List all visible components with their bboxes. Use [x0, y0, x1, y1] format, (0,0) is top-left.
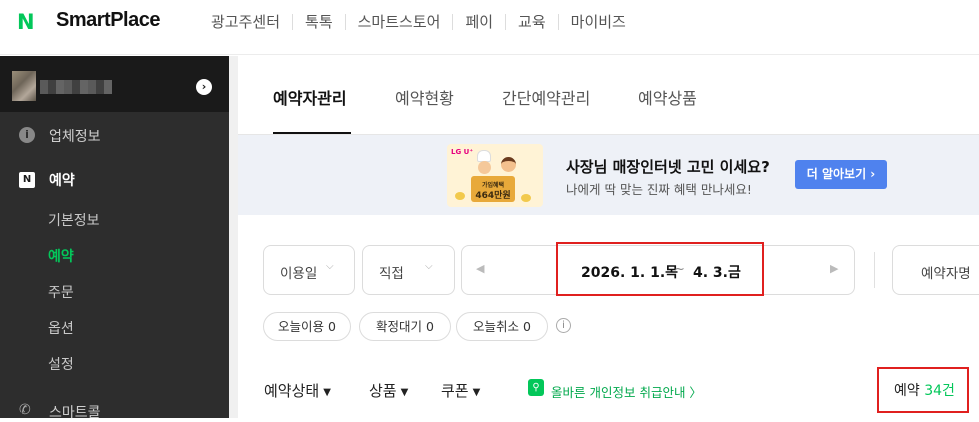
select-value: 예약자명	[921, 266, 971, 282]
dropdown-label: 상품	[369, 382, 397, 400]
tab-bar: 예약자관리 예약현황 간단예약관리 예약상품	[238, 56, 979, 135]
chip-today-cancel[interactable]: 오늘취소 0	[456, 312, 548, 341]
chip-pending-confirm[interactable]: 확정대기 0	[359, 312, 451, 341]
topnav-education[interactable]: 교육	[506, 11, 558, 32]
promo-banner[interactable]: LG U⁺ 가입혜택 464만원 사장님 매장인터넷 고민 이세요? 나에게 딱…	[238, 135, 979, 215]
sidebar-sub-order[interactable]: 주문	[48, 282, 74, 302]
character-face	[478, 161, 491, 174]
help-icon[interactable]: i	[556, 318, 571, 333]
search-field-select[interactable]: 예약자명	[892, 245, 979, 295]
business-name-blurred	[40, 80, 112, 94]
coin	[455, 192, 465, 200]
filter-divider	[874, 252, 875, 288]
tab-simple-reservation[interactable]: 간단예약관리	[502, 85, 590, 109]
topnav-smartstore[interactable]: 스마트스토어	[346, 11, 453, 32]
phone-icon: ✆	[19, 402, 31, 418]
sidebar-sub-reservation[interactable]: 예약	[48, 246, 74, 266]
period-select[interactable]: 직접 ⌵	[362, 245, 455, 295]
sidebar-item-label: 예약	[49, 173, 75, 189]
brand-logo: LG U⁺	[451, 148, 474, 156]
sidebar-item-label: 스마트콜	[49, 405, 101, 421]
app-title[interactable]: SmartPlace	[56, 9, 160, 32]
date-type-select[interactable]: 이용일 ⌵	[263, 245, 355, 295]
sidebar-item-label: 업체정보	[49, 129, 101, 145]
product-dropdown[interactable]: 상품 ▼	[369, 380, 408, 401]
count-highlight-box	[877, 367, 969, 413]
sidebar-gutter	[229, 56, 238, 418]
tab-reservation-status[interactable]: 예약현황	[395, 85, 454, 109]
status-dropdown[interactable]: 예약상태 ▼	[264, 380, 331, 401]
tab-reservation-products[interactable]: 예약상품	[638, 85, 697, 109]
sidebar-sub-basic-info[interactable]: 기본정보	[48, 210, 100, 230]
sidebar-sub-option[interactable]: 옵션	[48, 318, 74, 338]
topnav-ad-center[interactable]: 광고주센터	[199, 11, 292, 32]
banner-image: LG U⁺ 가입혜택 464만원	[447, 144, 543, 207]
coin	[521, 194, 531, 202]
top-nav: 광고주센터 톡톡 스마트스토어 페이 교육 마이비즈	[199, 11, 638, 32]
avatar	[12, 71, 36, 101]
chip-today-use[interactable]: 오늘이용 0	[263, 312, 351, 341]
active-tab-indicator	[273, 132, 351, 134]
topnav-mybiz[interactable]: 마이비즈	[559, 11, 638, 32]
topnav-pay[interactable]: 페이	[453, 11, 505, 32]
sidebar-item-business-info[interactable]: i 업체정보	[0, 126, 229, 146]
sidebar-item-reservation[interactable]: N 예약	[0, 170, 229, 190]
dropdown-label: 쿠폰	[441, 382, 469, 400]
chevron-down-icon: ⌵	[326, 261, 334, 272]
dropdown-label: 예약상태	[264, 382, 320, 400]
date-highlight-box	[556, 242, 764, 296]
coupon-dropdown[interactable]: 쿠폰 ▼	[441, 380, 480, 401]
calendar-icon: N	[19, 172, 35, 188]
sidebar: › i 업체정보 N 예약 기본정보 예약 주문 옵션 설정 ✆ 스마트콜	[0, 56, 229, 421]
select-value: 직접	[379, 266, 404, 282]
caret-down-icon: ▼	[472, 387, 481, 398]
sidebar-sub-settings[interactable]: 설정	[48, 354, 74, 374]
banner-title: 사장님 매장인터넷 고민 이세요?	[566, 158, 770, 176]
caret-down-icon: ▼	[400, 387, 409, 398]
chevron-down-icon: ⌵	[425, 261, 433, 272]
privacy-notice-link[interactable]: 올바른 개인정보 취급안내 〉	[551, 382, 702, 401]
learn-more-button[interactable]: 더 알아보기 ›	[795, 160, 887, 189]
business-profile[interactable]: ›	[0, 56, 229, 112]
lock-icon: ⚲	[528, 379, 544, 396]
select-value: 이용일	[280, 266, 318, 282]
caret-down-icon: ▼	[323, 387, 331, 398]
banner-subtitle: 나에게 딱 맞는 진짜 혜택 만나세요!	[566, 182, 752, 197]
info-icon: i	[19, 127, 35, 143]
benefit-amount: 464만원	[475, 191, 511, 201]
chevron-right-icon[interactable]: ›	[196, 79, 212, 95]
sidebar-item-smartcall[interactable]: ✆ 스마트콜	[0, 402, 229, 422]
top-bar: N SmartPlace 광고주센터 톡톡 스마트스토어 페이 교육 마이비즈	[0, 0, 979, 55]
character-face	[501, 157, 516, 172]
next-arrow-icon[interactable]: ▶	[830, 262, 838, 275]
tab-reservation-management[interactable]: 예약자관리	[273, 85, 347, 109]
topnav-talktalk[interactable]: 톡톡	[293, 11, 345, 32]
naver-logo-icon[interactable]: N	[17, 10, 35, 34]
prev-arrow-icon[interactable]: ◀	[476, 262, 484, 275]
benefit-box: 가입혜택 464만원	[471, 176, 515, 202]
